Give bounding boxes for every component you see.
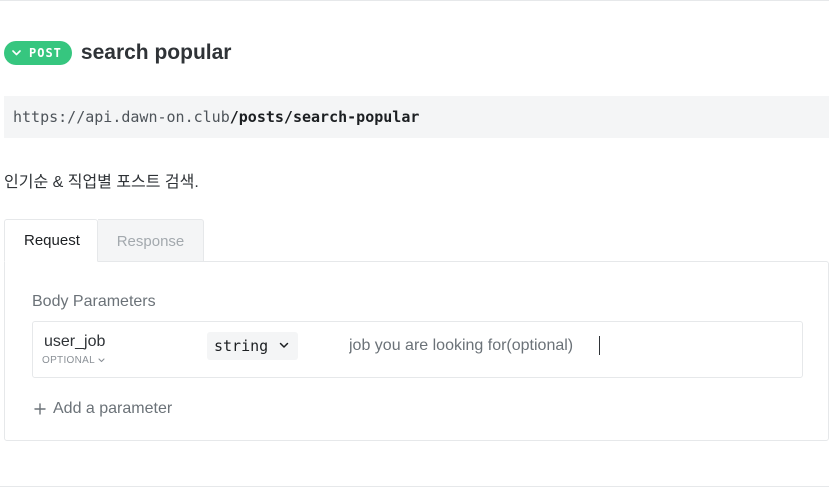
add-parameter-label: Add a parameter bbox=[53, 400, 173, 417]
endpoint-header: POST search popular bbox=[4, 38, 231, 68]
parameter-name: user_job bbox=[44, 333, 106, 350]
text-cursor bbox=[599, 336, 600, 355]
optional-toggle[interactable]: OPTIONAL bbox=[42, 355, 105, 366]
plus-icon bbox=[34, 403, 46, 415]
body-parameters-heading: Body Parameters bbox=[32, 293, 156, 310]
endpoint-description: 인기순 & 직업별 포스트 검색. bbox=[4, 174, 199, 191]
url-path: /posts/search-popular bbox=[229, 108, 420, 126]
type-select[interactable]: string bbox=[207, 332, 298, 360]
tab-request[interactable]: Request bbox=[4, 219, 98, 262]
url-base: https://api.dawn-on.club bbox=[13, 108, 230, 126]
chevron-down-icon bbox=[98, 358, 105, 363]
add-parameter-button[interactable]: Add a parameter bbox=[34, 400, 172, 418]
chevron-down-icon bbox=[12, 50, 21, 56]
method-badge[interactable]: POST bbox=[4, 41, 72, 65]
chevron-down-icon bbox=[279, 342, 289, 348]
optional-label: OPTIONAL bbox=[42, 355, 95, 366]
request-panel: Body Parameters user_job OPTIONAL string… bbox=[4, 261, 829, 441]
type-select-value: string bbox=[214, 337, 269, 355]
parameter-row: user_job OPTIONAL string bbox=[32, 321, 803, 378]
tab-response[interactable]: Response bbox=[98, 219, 204, 262]
request-response-tabs: Request Response bbox=[4, 219, 204, 262]
endpoint-url: https://api.dawn-on.club/posts/search-po… bbox=[4, 96, 829, 138]
top-divider bbox=[0, 0, 829, 1]
method-label: POST bbox=[29, 46, 62, 60]
parameter-value-input[interactable] bbox=[349, 334, 789, 358]
endpoint-title: search popular bbox=[80, 41, 232, 64]
